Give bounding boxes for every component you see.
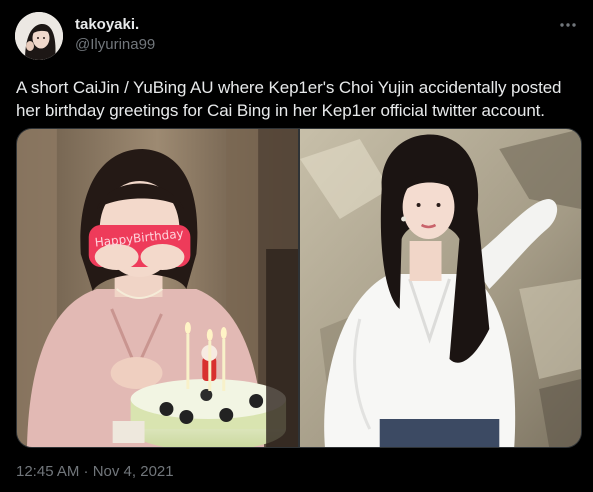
avatar-image xyxy=(15,12,63,60)
user-handle[interactable]: @Ilyurina99 xyxy=(75,35,155,55)
media-grid: HappyBirthday xyxy=(16,128,582,448)
tweet-card: takoyaki. @Ilyurina99 A short CaiJin / Y… xyxy=(0,0,593,492)
photo-birthday[interactable]: HappyBirthday xyxy=(17,129,298,447)
avatar[interactable] xyxy=(15,12,63,60)
portrait-photo-image xyxy=(300,129,581,447)
more-options-button[interactable] xyxy=(557,14,579,36)
birthday-photo-image: HappyBirthday xyxy=(17,129,298,447)
photo-portrait[interactable] xyxy=(300,129,581,447)
more-horizontal-icon xyxy=(560,23,576,27)
tweet-text: A short CaiJin / YuBing AU where Kep1er'… xyxy=(16,78,562,120)
display-name[interactable]: takoyaki. xyxy=(75,15,139,35)
tweet-timestamp[interactable]: 12:45 AM · Nov 4, 2021 xyxy=(16,462,174,482)
